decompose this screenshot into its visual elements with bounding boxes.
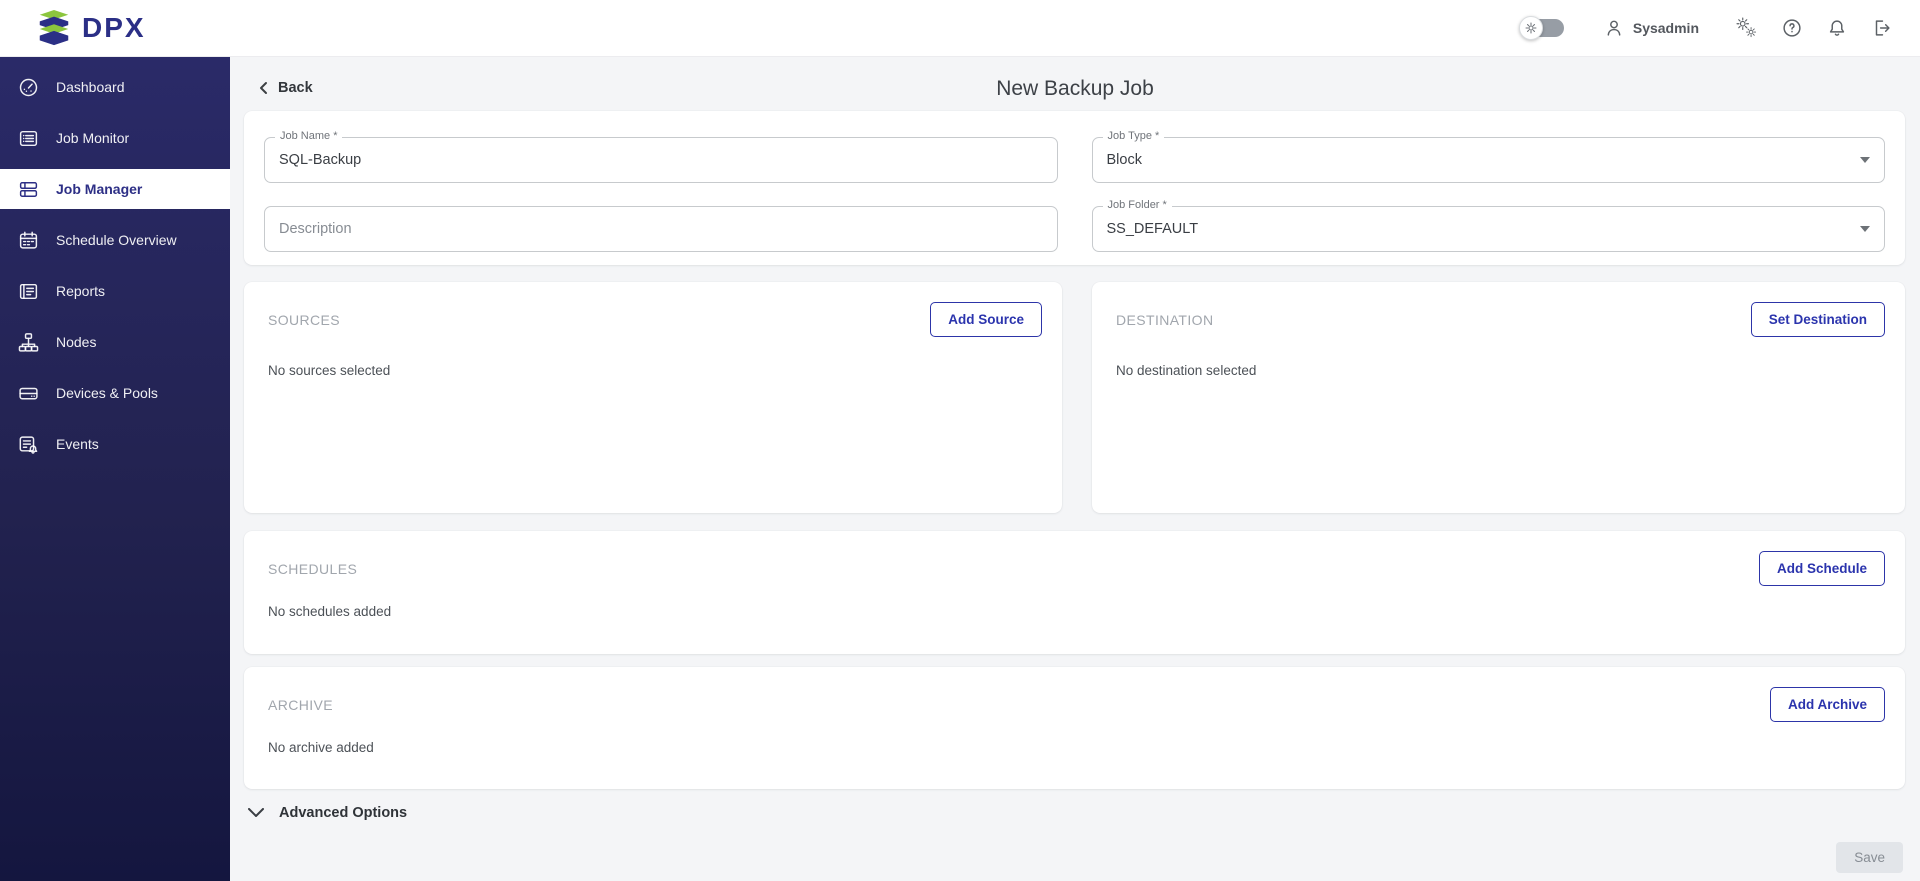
dashboard-gauge-icon xyxy=(18,77,39,98)
job-type-label: Job Type * xyxy=(1103,130,1165,142)
dpx-logo-stack-icon xyxy=(36,9,72,47)
topbar: DPX Sysadmin xyxy=(0,0,1920,57)
page-header: Back New Backup Job xyxy=(230,75,1920,115)
job-manager-rows-icon xyxy=(18,179,39,200)
logo-text: DPX xyxy=(82,12,146,44)
sidebar-item-label: Devices & Pools xyxy=(56,385,158,401)
user-name: Sysadmin xyxy=(1633,20,1699,36)
destination-title: DESTINATION xyxy=(1116,312,1213,328)
sidebar-item-label: Schedule Overview xyxy=(56,232,177,248)
archive-title: ARCHIVE xyxy=(268,697,333,713)
job-folder-value: SS_DEFAULT xyxy=(1107,221,1199,237)
sources-head: SOURCES Add Source xyxy=(244,282,1062,337)
toggle-knob-gear-icon xyxy=(1519,16,1543,40)
description-input[interactable] xyxy=(265,207,1057,251)
sidebar-item-label: Job Manager xyxy=(56,181,142,197)
settings-button[interactable] xyxy=(1736,17,1758,39)
job-type-value: Block xyxy=(1107,152,1142,168)
schedules-empty-text: No schedules added xyxy=(244,586,1905,619)
chevron-down-icon xyxy=(1860,226,1870,232)
nodes-tree-icon xyxy=(18,332,39,353)
sidebar: Dashboard Job Monitor Job Manager Schedu… xyxy=(0,57,230,881)
add-schedule-button[interactable]: Add Schedule xyxy=(1759,551,1885,586)
job-name-field-wrap: Job Name * xyxy=(264,137,1058,183)
sidebar-item-label: Job Monitor xyxy=(56,130,129,146)
calendar-icon xyxy=(18,230,39,251)
back-button[interactable]: Back xyxy=(257,80,313,96)
sidebar-item-label: Events xyxy=(56,436,99,452)
notifications-button[interactable] xyxy=(1826,17,1848,39)
sidebar-item-label: Nodes xyxy=(56,334,96,350)
events-bell-list-icon xyxy=(18,434,39,455)
logout-icon xyxy=(1871,17,1893,39)
destination-empty-text: No destination selected xyxy=(1092,337,1905,378)
advanced-options-label: Advanced Options xyxy=(279,805,407,821)
topbar-actions: Sysadmin xyxy=(1522,17,1920,39)
user-menu[interactable]: Sysadmin xyxy=(1603,17,1699,39)
sources-title: SOURCES xyxy=(268,312,340,328)
schedules-card: SCHEDULES Add Schedule No schedules adde… xyxy=(244,531,1905,654)
sidebar-item-dashboard[interactable]: Dashboard xyxy=(0,67,230,107)
settings-gears-icon xyxy=(1736,17,1758,39)
schedules-title: SCHEDULES xyxy=(268,561,357,577)
schedules-head: SCHEDULES Add Schedule xyxy=(244,531,1905,586)
sidebar-item-events[interactable]: Events xyxy=(0,424,230,464)
sidebar-item-job-manager[interactable]: Job Manager xyxy=(0,169,230,209)
job-folder-label: Job Folder * xyxy=(1103,199,1172,211)
sidebar-item-nodes[interactable]: Nodes xyxy=(0,322,230,362)
dpx-logo: DPX xyxy=(0,9,146,47)
sidebar-item-reports[interactable]: Reports xyxy=(0,271,230,311)
job-name-label: Job Name * xyxy=(275,130,342,142)
archive-card: ARCHIVE Add Archive No archive added xyxy=(244,667,1905,789)
help-button[interactable] xyxy=(1781,17,1803,39)
save-button[interactable]: Save xyxy=(1836,842,1903,873)
back-label: Back xyxy=(278,80,313,96)
description-field-wrap xyxy=(264,206,1058,252)
reports-news-icon xyxy=(18,281,39,302)
job-details-card: Job Name * Job Type * Block Job Folder *… xyxy=(244,111,1905,265)
sidebar-item-label: Reports xyxy=(56,283,105,299)
archive-head: ARCHIVE Add Archive xyxy=(244,667,1905,722)
chevron-left-icon xyxy=(257,81,269,95)
job-type-select[interactable]: Job Type * Block xyxy=(1092,137,1886,183)
sidebar-item-schedule-overview[interactable]: Schedule Overview xyxy=(0,220,230,260)
set-destination-button[interactable]: Set Destination xyxy=(1751,302,1885,337)
chevron-down-icon xyxy=(248,808,264,818)
ui-mode-toggle[interactable] xyxy=(1522,19,1564,37)
logout-button[interactable] xyxy=(1871,17,1893,39)
sidebar-item-label: Dashboard xyxy=(56,79,125,95)
job-monitor-list-icon xyxy=(18,128,39,149)
main-content: Back New Backup Job Job Name * Job Type … xyxy=(230,57,1920,881)
help-icon xyxy=(1781,17,1803,39)
destination-head: DESTINATION Set Destination xyxy=(1092,282,1905,337)
job-name-input[interactable] xyxy=(265,138,1057,182)
archive-empty-text: No archive added xyxy=(244,722,1905,755)
job-folder-select[interactable]: Job Folder * SS_DEFAULT xyxy=(1092,206,1886,252)
page-title: New Backup Job xyxy=(230,75,1920,101)
chevron-down-icon xyxy=(1860,157,1870,163)
device-drive-icon xyxy=(18,383,39,404)
user-icon xyxy=(1603,17,1625,39)
sources-empty-text: No sources selected xyxy=(244,337,1062,378)
add-archive-button[interactable]: Add Archive xyxy=(1770,687,1885,722)
sidebar-item-job-monitor[interactable]: Job Monitor xyxy=(0,118,230,158)
notifications-bell-icon xyxy=(1826,17,1848,39)
sidebar-item-devices-pools[interactable]: Devices & Pools xyxy=(0,373,230,413)
sources-card: SOURCES Add Source No sources selected xyxy=(244,282,1062,513)
destination-card: DESTINATION Set Destination No destinati… xyxy=(1092,282,1905,513)
advanced-options-toggle[interactable]: Advanced Options xyxy=(248,805,407,821)
add-source-button[interactable]: Add Source xyxy=(930,302,1042,337)
